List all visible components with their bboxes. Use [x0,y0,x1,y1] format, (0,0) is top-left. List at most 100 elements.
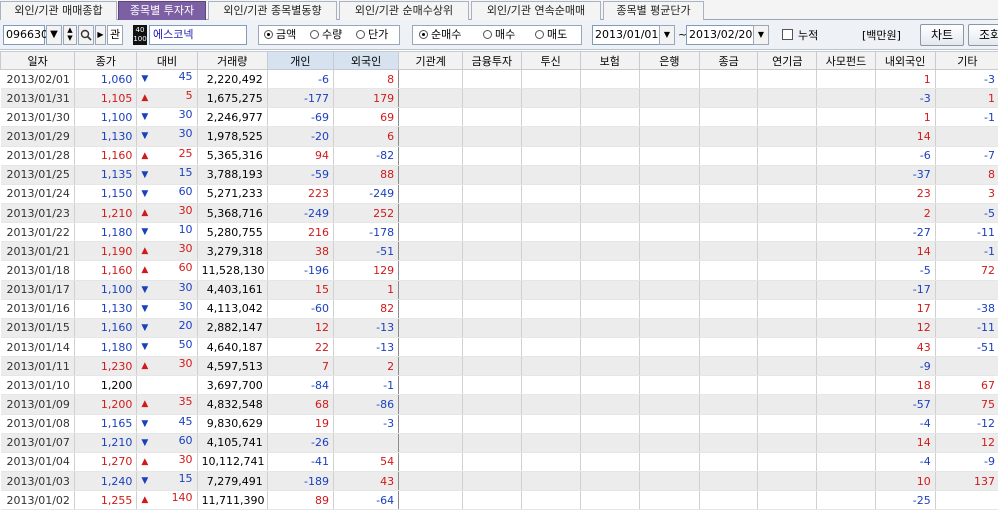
table-row[interactable]: 2013/01/28 1,160 ▲ 25 5,365,316 94 -82 -6 -7 [0,146,998,166]
radio-sell[interactable]: 매도 [535,26,567,44]
table-row[interactable]: 2013/01/10 1,200 3,697,700 -84 -1 18 67 [0,375,998,396]
table-row[interactable]: 2013/02/01 1,060 ▼ 45 2,220,492 -6 8 1 -3 [0,69,998,90]
cell-ind: 89 [267,490,334,511]
column-header[interactable]: 은행 [638,51,701,70]
table-row[interactable]: 2013/01/23 1,210 ▲ 30 5,368,716 -249 252 2 -5 [0,203,998,224]
table-row[interactable]: 2013/01/29 1,130 ▼ 30 1,978,525 -20 6 14 [0,126,998,147]
kwan-button[interactable]: 관 [107,25,123,45]
column-header[interactable]: 종가 [74,51,138,70]
code-dropdown-button[interactable]: ▼ [46,25,62,45]
table-row[interactable]: 2013/01/09 1,200 ▲ 35 4,832,548 68 -86 -57 75 [0,394,998,415]
column-header[interactable]: 기타 [934,51,998,70]
query-button[interactable]: 조회 [968,24,998,46]
table-row[interactable]: 2013/01/31 1,105 ▲ 5 1,675,275 -177 179 -3 1 [0,88,998,109]
search-button[interactable] [78,25,94,45]
column-header[interactable]: 금융투자 [462,51,522,70]
cell-etc: 137 [935,471,998,492]
tab-average-price[interactable]: 종목별 평균단가 [603,1,704,20]
cell-inst [398,433,464,453]
cell-inst [398,471,464,492]
radio-quantity[interactable]: 수량 [310,26,342,44]
tab-net-buy-top[interactable]: 외인/기관 순매수상위 [339,1,469,20]
column-header[interactable]: 종금 [699,51,759,70]
column-header[interactable]: 내외국인 [874,51,936,70]
date-from-dropdown[interactable]: ▼ [659,25,675,45]
tab-foreign-institution-stock-trend[interactable]: 외인/기관 종목별동향 [208,1,337,20]
stock-code-input[interactable]: 096630 [3,25,48,45]
chevron-down-icon: ▼ [757,30,765,39]
column-header[interactable]: 개인 [266,51,334,70]
cell-jong [699,433,759,453]
radio-net-buy[interactable]: 순매수 [419,26,461,44]
table-row[interactable]: 2013/01/24 1,150 ▼ 60 5,271,233 223 -249 23 3 [0,184,998,204]
cell-ins [580,184,640,204]
cell-bank [639,299,701,319]
table-row[interactable]: 2013/01/22 1,180 ▼ 10 5,280,755 216 -178 -27 -11 [0,222,998,243]
radio-unit-price[interactable]: 단가 [356,26,388,44]
column-header[interactable]: 보험 [579,51,640,70]
table-row[interactable]: 2013/01/21 1,190 ▲ 30 3,279,318 38 -51 14 -1 [0,241,998,262]
date-from-input[interactable]: 2013/01/01 [592,25,666,45]
column-header[interactable]: 연기금 [757,51,818,70]
cell-bank [639,490,701,511]
cell-dom: 14 [875,241,936,262]
radio-buy[interactable]: 매수 [483,26,515,44]
column-header[interactable]: 기관계 [398,51,464,70]
tab-consecutive-net-trade[interactable]: 외인/기관 연속순매매 [471,1,601,20]
next-stock-button[interactable]: ▶ [95,25,106,45]
table-row[interactable]: 2013/01/14 1,180 ▼ 50 4,640,187 22 -13 43 -51 [0,337,998,358]
cell-vol: 11,711,390 [197,490,268,511]
table-row[interactable]: 2013/01/02 1,255 ▲ 140 11,711,390 89 -64 -25 [0,490,998,511]
arrow-up-icon: ▲ [141,399,149,410]
column-header[interactable]: 투신 [520,51,581,70]
table-row[interactable]: 2013/01/08 1,165 ▼ 45 9,830,629 19 -3 -4 -12 [0,414,998,434]
cell-bank [639,203,701,224]
cell-close: 1,210 [74,433,138,453]
cell-bank [639,280,701,300]
date-to-input[interactable]: 2013/02/20 [686,25,760,45]
table-row[interactable]: 2013/01/03 1,240 ▼ 15 7,279,491 -189 43 10 137 [0,471,998,492]
column-header[interactable]: 외국인 [332,51,400,70]
table-row[interactable]: 2013/01/15 1,160 ▼ 20 2,882,147 12 -13 12 -11 [0,318,998,338]
chart-button[interactable]: 차트 [920,24,964,46]
table-row[interactable]: 2013/01/16 1,130 ▼ 30 4,113,042 -60 82 17 -38 [0,299,998,319]
cell-pe [816,88,876,109]
table-row[interactable]: 2013/01/25 1,135 ▼ 15 3,788,193 -59 88 -37 8 [0,165,998,185]
chevron-down-icon: ▼ [50,29,58,40]
cell-date: 2013/01/08 [0,414,76,434]
column-header[interactable]: 사모펀드 [816,51,876,70]
table-row[interactable]: 2013/01/18 1,160 ▲ 60 11,528,130 -196 129 -5 72 [0,260,998,281]
table-row[interactable]: 2013/01/11 1,230 ▲ 30 4,597,513 7 2 -9 [0,356,998,377]
cell-date: 2013/01/07 [0,433,76,453]
arrow-up-icon: ▲ [141,150,149,161]
table-row[interactable]: 2013/01/30 1,100 ▼ 30 2,246,977 -69 69 1 -1 [0,107,998,128]
code-spin-button[interactable]: ▲ ▼ [63,25,77,45]
tab-investor-by-stock[interactable]: 종목별 투자자 [118,1,206,20]
table-row[interactable]: 2013/01/04 1,270 ▲ 30 10,112,741 -41 54 -4 -9 [0,452,998,472]
table-row[interactable]: 2013/01/07 1,210 ▼ 60 4,105,741 -26 14 12 [0,433,998,453]
cell-fin [462,433,522,453]
date-to-dropdown[interactable]: ▼ [753,25,769,45]
column-header[interactable]: 일자 [0,51,76,70]
cell-change: ▼ 30 [136,107,198,128]
cell-inst [398,337,464,358]
cell-pe [816,471,876,492]
cumulative-checkbox[interactable] [782,29,793,40]
cell-fin [462,375,522,396]
cell-inst [398,490,464,511]
radio-amount[interactable]: 금액 [264,26,296,44]
cell-pens [757,433,818,453]
column-header[interactable]: 대비 [136,51,198,70]
cell-pe [816,452,876,472]
table-row[interactable]: 2013/01/17 1,100 ▼ 30 4,403,161 15 1 -17 [0,280,998,300]
column-header[interactable]: 거래량 [196,51,268,70]
cell-vol: 4,640,187 [197,337,268,358]
tab-foreign-institution-summary[interactable]: 외인/기관 매매종합 [0,1,117,20]
cell-etc: -5 [935,203,998,224]
cell-ins [580,452,640,472]
cell-dom: 18 [875,375,936,396]
cell-dom: -57 [875,394,936,415]
cell-dom: 12 [875,318,936,338]
cell-change: ▼ 30 [136,280,198,300]
cell-pens [757,452,818,472]
